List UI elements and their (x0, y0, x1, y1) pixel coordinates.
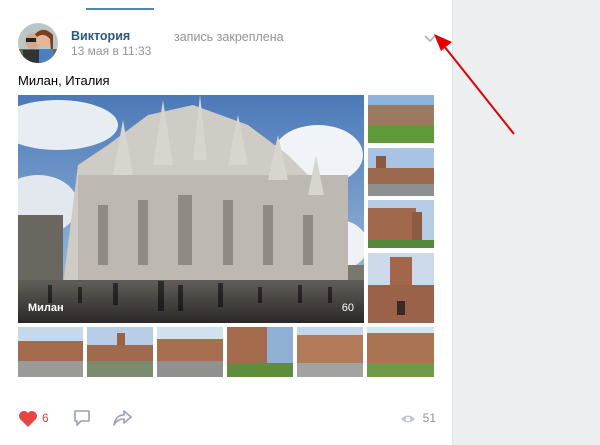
album-thumb-3[interactable] (368, 200, 434, 248)
views-counter: 51 (400, 411, 436, 425)
comment-button[interactable] (72, 408, 92, 433)
views-count: 51 (422, 411, 436, 425)
share-button[interactable] (112, 408, 134, 433)
comment-icon (74, 410, 90, 426)
album-thumb-8[interactable] (227, 327, 293, 377)
like-count: 6 (42, 411, 49, 425)
heart-icon (19, 411, 37, 427)
album-thumb-9[interactable] (297, 327, 363, 377)
share-icon (113, 410, 132, 426)
chevron-down-icon[interactable] (423, 34, 437, 44)
album-thumb-2[interactable] (368, 148, 434, 196)
pinned-label: запись закреплена (174, 30, 284, 44)
eye-icon (401, 415, 416, 423)
author-name[interactable]: Виктория (71, 29, 130, 43)
album-thumb-4[interactable] (368, 253, 434, 323)
album-thumb-6[interactable] (87, 327, 153, 377)
photo-overlay (18, 283, 364, 323)
post-text: Милан, Италия (18, 73, 110, 88)
album-thumb-7[interactable] (157, 327, 223, 377)
album-main-photo[interactable]: Милан 60 (18, 95, 364, 323)
post-card: Виктория запись закреплена 13 мая в 11:3… (0, 0, 453, 445)
post-date[interactable]: 13 мая в 11:33 (71, 44, 151, 58)
album-thumb-10[interactable] (367, 327, 434, 377)
album-thumb-1[interactable] (368, 95, 434, 143)
album-caption: Милан (28, 302, 64, 314)
album-thumb-5[interactable] (18, 327, 83, 377)
album-count: 60 (341, 302, 354, 314)
avatar[interactable] (18, 23, 58, 63)
tab-underline (86, 8, 154, 10)
